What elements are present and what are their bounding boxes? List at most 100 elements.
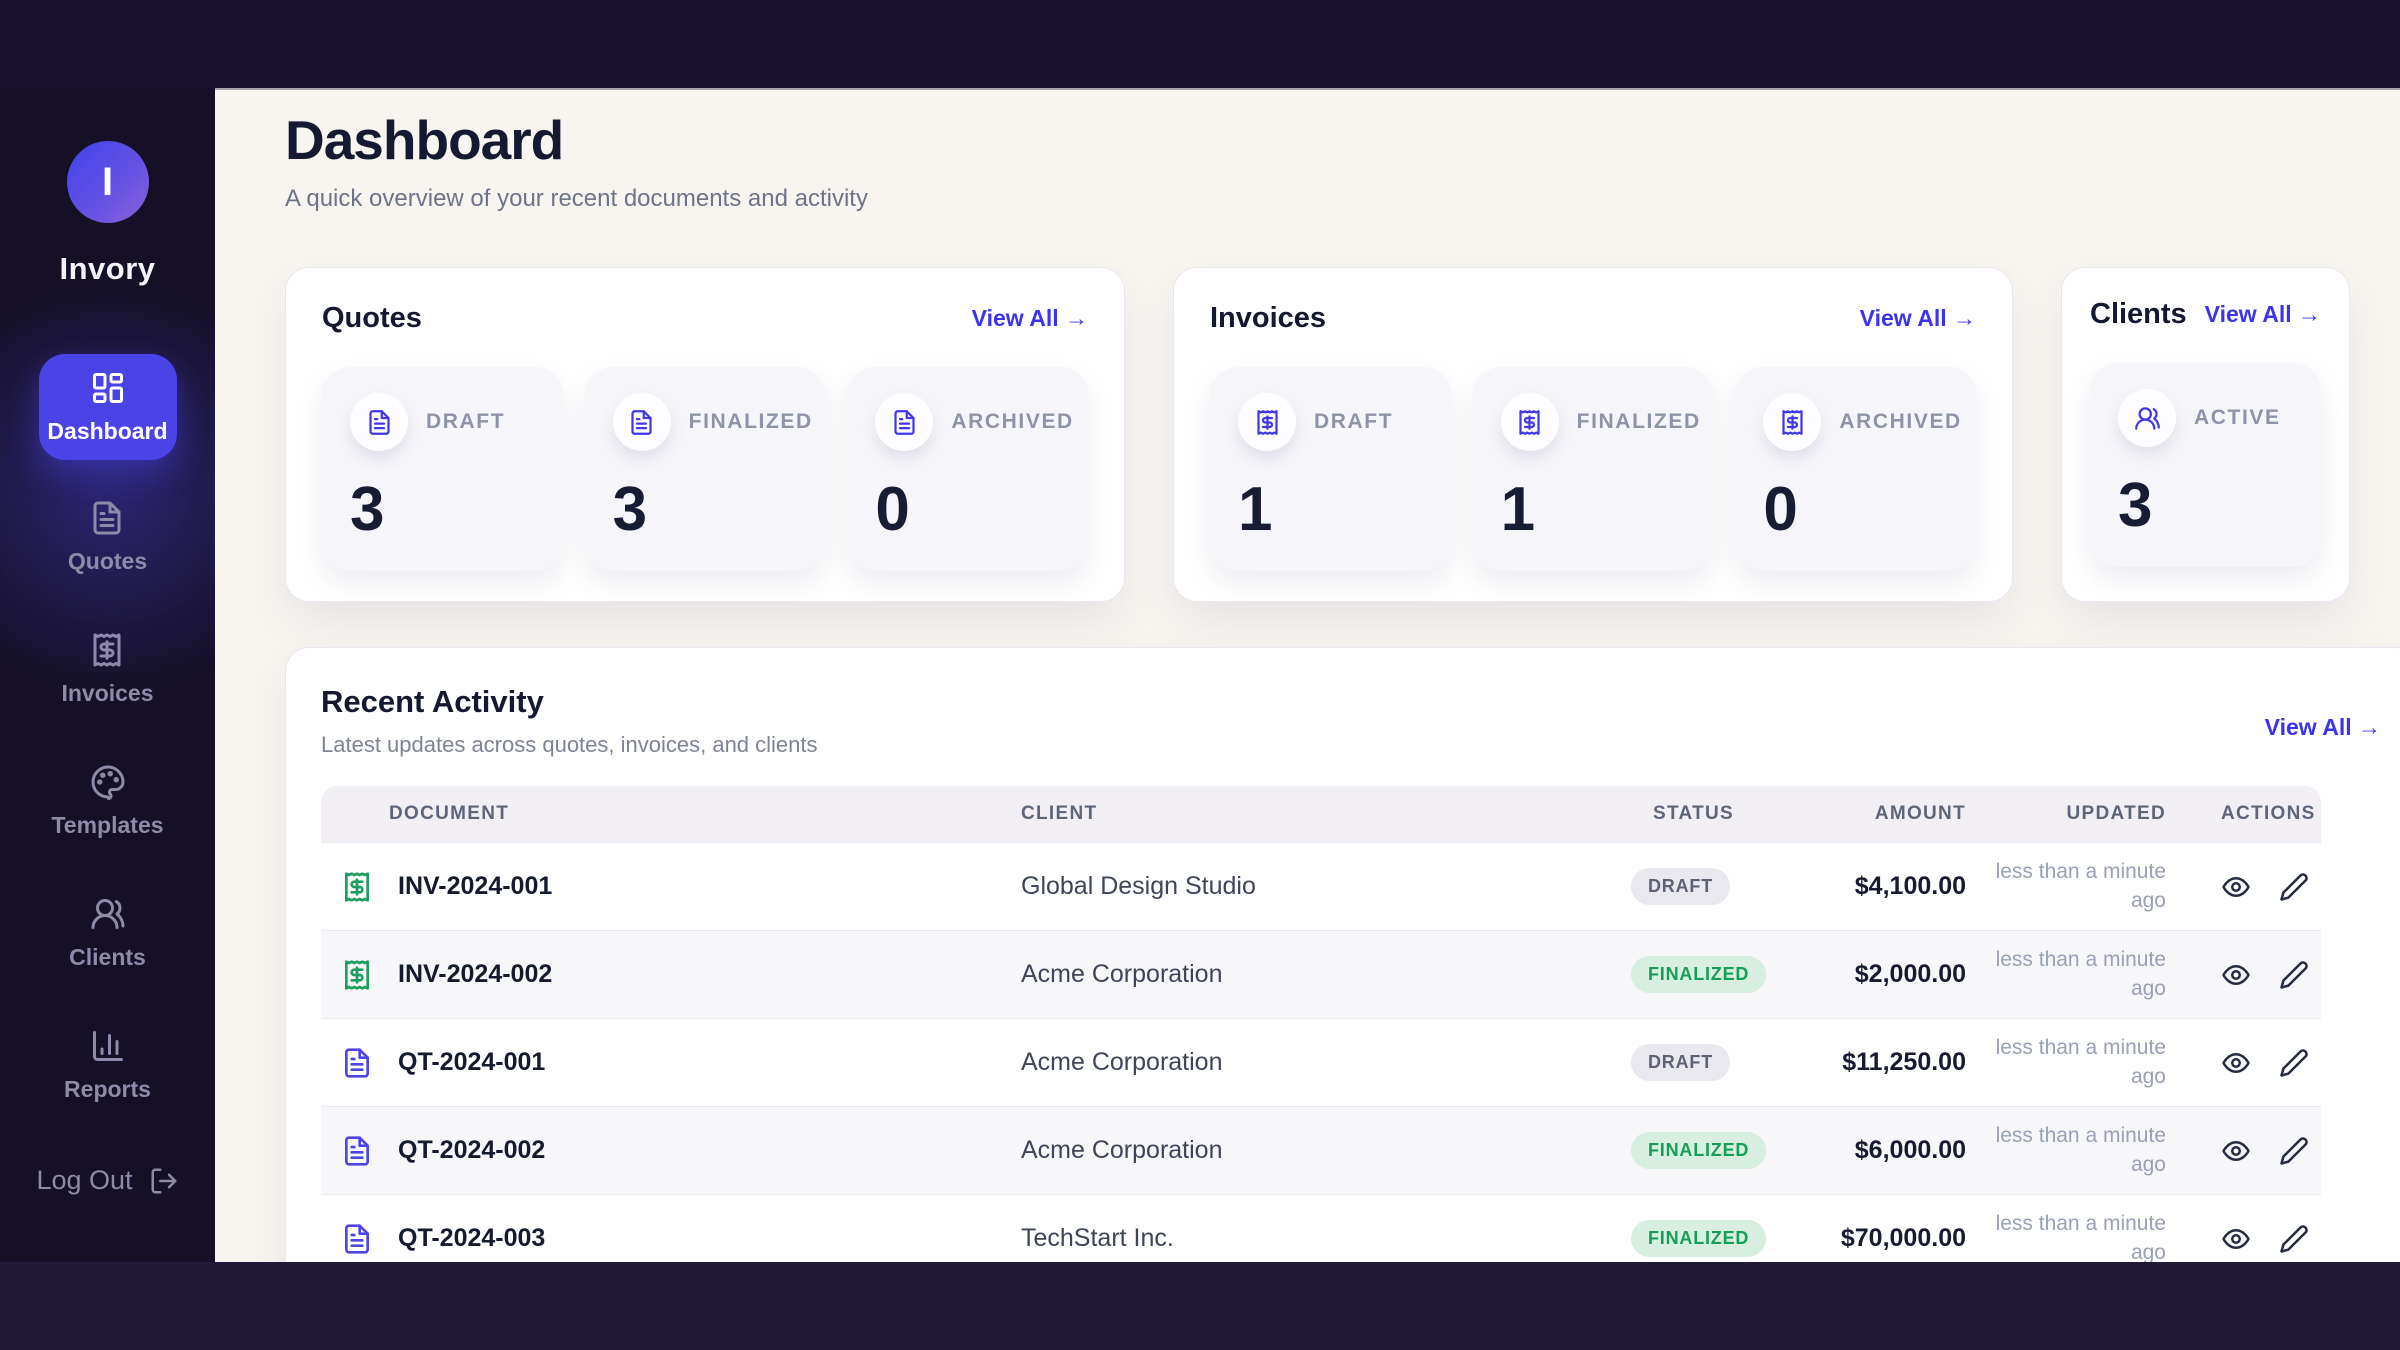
sidebar-item-label: Reports — [64, 1076, 151, 1103]
invoices-card-title: Invoices — [1210, 302, 1326, 335]
sidebar: I Invory Dashboard Quotes — [0, 88, 215, 1262]
stat-value: 1 — [1501, 474, 1686, 545]
edit-icon[interactable] — [2279, 1136, 2309, 1166]
view-icon[interactable] — [2221, 960, 2251, 990]
column-header-status: STATUS — [1631, 803, 1821, 825]
quotes-finalized-tile: FINALIZED 3 — [585, 367, 826, 571]
view-icon[interactable] — [2221, 1136, 2251, 1166]
recent-activity-view-all-link[interactable]: View All → — [2265, 714, 2381, 741]
invoices-card: Invoices View All → DRAFT 1 — [1173, 267, 2013, 602]
stat-icon-pill — [2118, 389, 2176, 447]
sidebar-item-clients[interactable]: Clients — [69, 882, 146, 971]
edit-icon[interactable] — [2279, 960, 2309, 990]
app-name: Invory — [59, 251, 155, 287]
logout-button[interactable]: Log Out — [0, 1165, 215, 1196]
sidebar-nav: Dashboard Quotes Invoices — [0, 354, 215, 1146]
stat-value: 1 — [1238, 474, 1423, 545]
view-icon[interactable] — [2221, 1048, 2251, 1078]
column-header-updated: UPDATED — [1991, 803, 2176, 825]
recent-activity-title: Recent Activity — [321, 684, 2384, 720]
stat-value: 0 — [1763, 474, 1948, 545]
document-id[interactable]: INV-2024-002 — [398, 960, 552, 989]
file-text-icon — [628, 409, 655, 436]
quotes-draft-tile: DRAFT 3 — [322, 367, 563, 571]
document-id[interactable]: QT-2024-002 — [398, 1136, 545, 1165]
document-id[interactable]: QT-2024-001 — [398, 1048, 545, 1077]
clients-view-all-link[interactable]: View All → — [2205, 301, 2321, 328]
file-text-icon — [891, 409, 918, 436]
invoices-draft-tile: DRAFT 1 — [1210, 367, 1451, 571]
file-text-icon — [341, 1047, 373, 1079]
status-badge: FINALIZED — [1631, 956, 1766, 993]
receipt-icon — [89, 632, 125, 668]
recent-activity-table: DOCUMENT CLIENT STATUS AMOUNT UPDATED AC… — [321, 786, 2321, 1262]
summary-cards-row: Quotes View All → DRAFT 3 — [285, 267, 2350, 602]
stat-value: 0 — [875, 474, 1060, 545]
amount-value: $4,100.00 — [1821, 872, 1991, 901]
sidebar-item-label: Quotes — [68, 548, 147, 575]
receipt-icon — [341, 871, 373, 903]
palette-icon — [90, 764, 126, 800]
stat-icon-pill — [1763, 393, 1821, 451]
stat-value: 3 — [350, 474, 535, 545]
file-text-icon — [341, 1135, 373, 1167]
edit-icon[interactable] — [2279, 872, 2309, 902]
updated-time: less than a minute ago — [1991, 858, 2176, 915]
stat-label: ACTIVE — [2194, 406, 2281, 430]
stat-icon-pill — [613, 393, 671, 451]
table-row: QT-2024-002 Acme Corporation FINALIZED $… — [321, 1106, 2321, 1194]
view-icon[interactable] — [2221, 1224, 2251, 1254]
stat-value: 3 — [2118, 470, 2293, 541]
logo-letter: I — [102, 160, 113, 205]
document-id[interactable]: QT-2024-003 — [398, 1224, 545, 1253]
logout-label: Log Out — [36, 1165, 132, 1196]
file-text-icon — [89, 500, 125, 536]
view-icon[interactable] — [2221, 872, 2251, 902]
sidebar-item-label: Templates — [51, 812, 163, 839]
client-name: Acme Corporation — [1021, 960, 1631, 989]
edit-icon[interactable] — [2279, 1048, 2309, 1078]
clients-card-title: Clients — [2090, 298, 2187, 331]
recent-activity-card: Recent Activity Latest updates across qu… — [285, 647, 2400, 1262]
stat-value: 3 — [613, 474, 798, 545]
main-content: Dashboard A quick overview of your recen… — [215, 88, 2400, 1262]
app-logo[interactable]: I — [67, 141, 149, 223]
quotes-card: Quotes View All → DRAFT 3 — [285, 267, 1125, 602]
sidebar-item-label: Clients — [69, 944, 146, 971]
stat-label: DRAFT — [426, 410, 505, 434]
stat-label: FINALIZED — [689, 410, 813, 434]
amount-value: $6,000.00 — [1821, 1136, 1991, 1165]
sidebar-item-templates[interactable]: Templates — [51, 750, 163, 839]
invoices-view-all-link[interactable]: View All → — [1860, 305, 1976, 332]
column-header-client: CLIENT — [1021, 803, 1631, 825]
quotes-archived-tile: ARCHIVED 0 — [847, 367, 1088, 571]
client-name: Acme Corporation — [1021, 1048, 1631, 1077]
amount-value: $11,250.00 — [1821, 1048, 1991, 1077]
sidebar-item-quotes[interactable]: Quotes — [68, 486, 147, 575]
page-subtitle: A quick overview of your recent document… — [285, 185, 868, 213]
receipt-icon — [1254, 409, 1281, 436]
stat-icon-pill — [350, 393, 408, 451]
layout-dashboard-icon — [90, 370, 126, 406]
sidebar-item-invoices[interactable]: Invoices — [61, 618, 153, 707]
sidebar-item-reports[interactable]: Reports — [64, 1014, 151, 1103]
updated-time: less than a minute ago — [1991, 1210, 2176, 1262]
clients-active-tile: ACTIVE 3 — [2090, 363, 2321, 567]
document-id[interactable]: INV-2024-001 — [398, 872, 552, 901]
quotes-view-all-link[interactable]: View All → — [972, 305, 1088, 332]
invoices-finalized-tile: FINALIZED 1 — [1473, 367, 1714, 571]
receipt-icon — [341, 959, 373, 991]
status-badge: FINALIZED — [1631, 1220, 1766, 1257]
bottom-frame-strip — [0, 1262, 2400, 1350]
client-name: TechStart Inc. — [1021, 1224, 1631, 1253]
table-header-row: DOCUMENT CLIENT STATUS AMOUNT UPDATED AC… — [321, 786, 2321, 842]
logout-icon — [149, 1166, 179, 1196]
sidebar-item-dashboard[interactable]: Dashboard — [39, 354, 177, 460]
stat-icon-pill — [875, 393, 933, 451]
file-text-icon — [341, 1223, 373, 1255]
column-header-actions: ACTIONS — [2176, 803, 2321, 825]
users-icon — [2134, 405, 2161, 432]
stat-label: DRAFT — [1314, 410, 1393, 434]
edit-icon[interactable] — [2279, 1224, 2309, 1254]
bar-chart-icon — [90, 1028, 126, 1064]
